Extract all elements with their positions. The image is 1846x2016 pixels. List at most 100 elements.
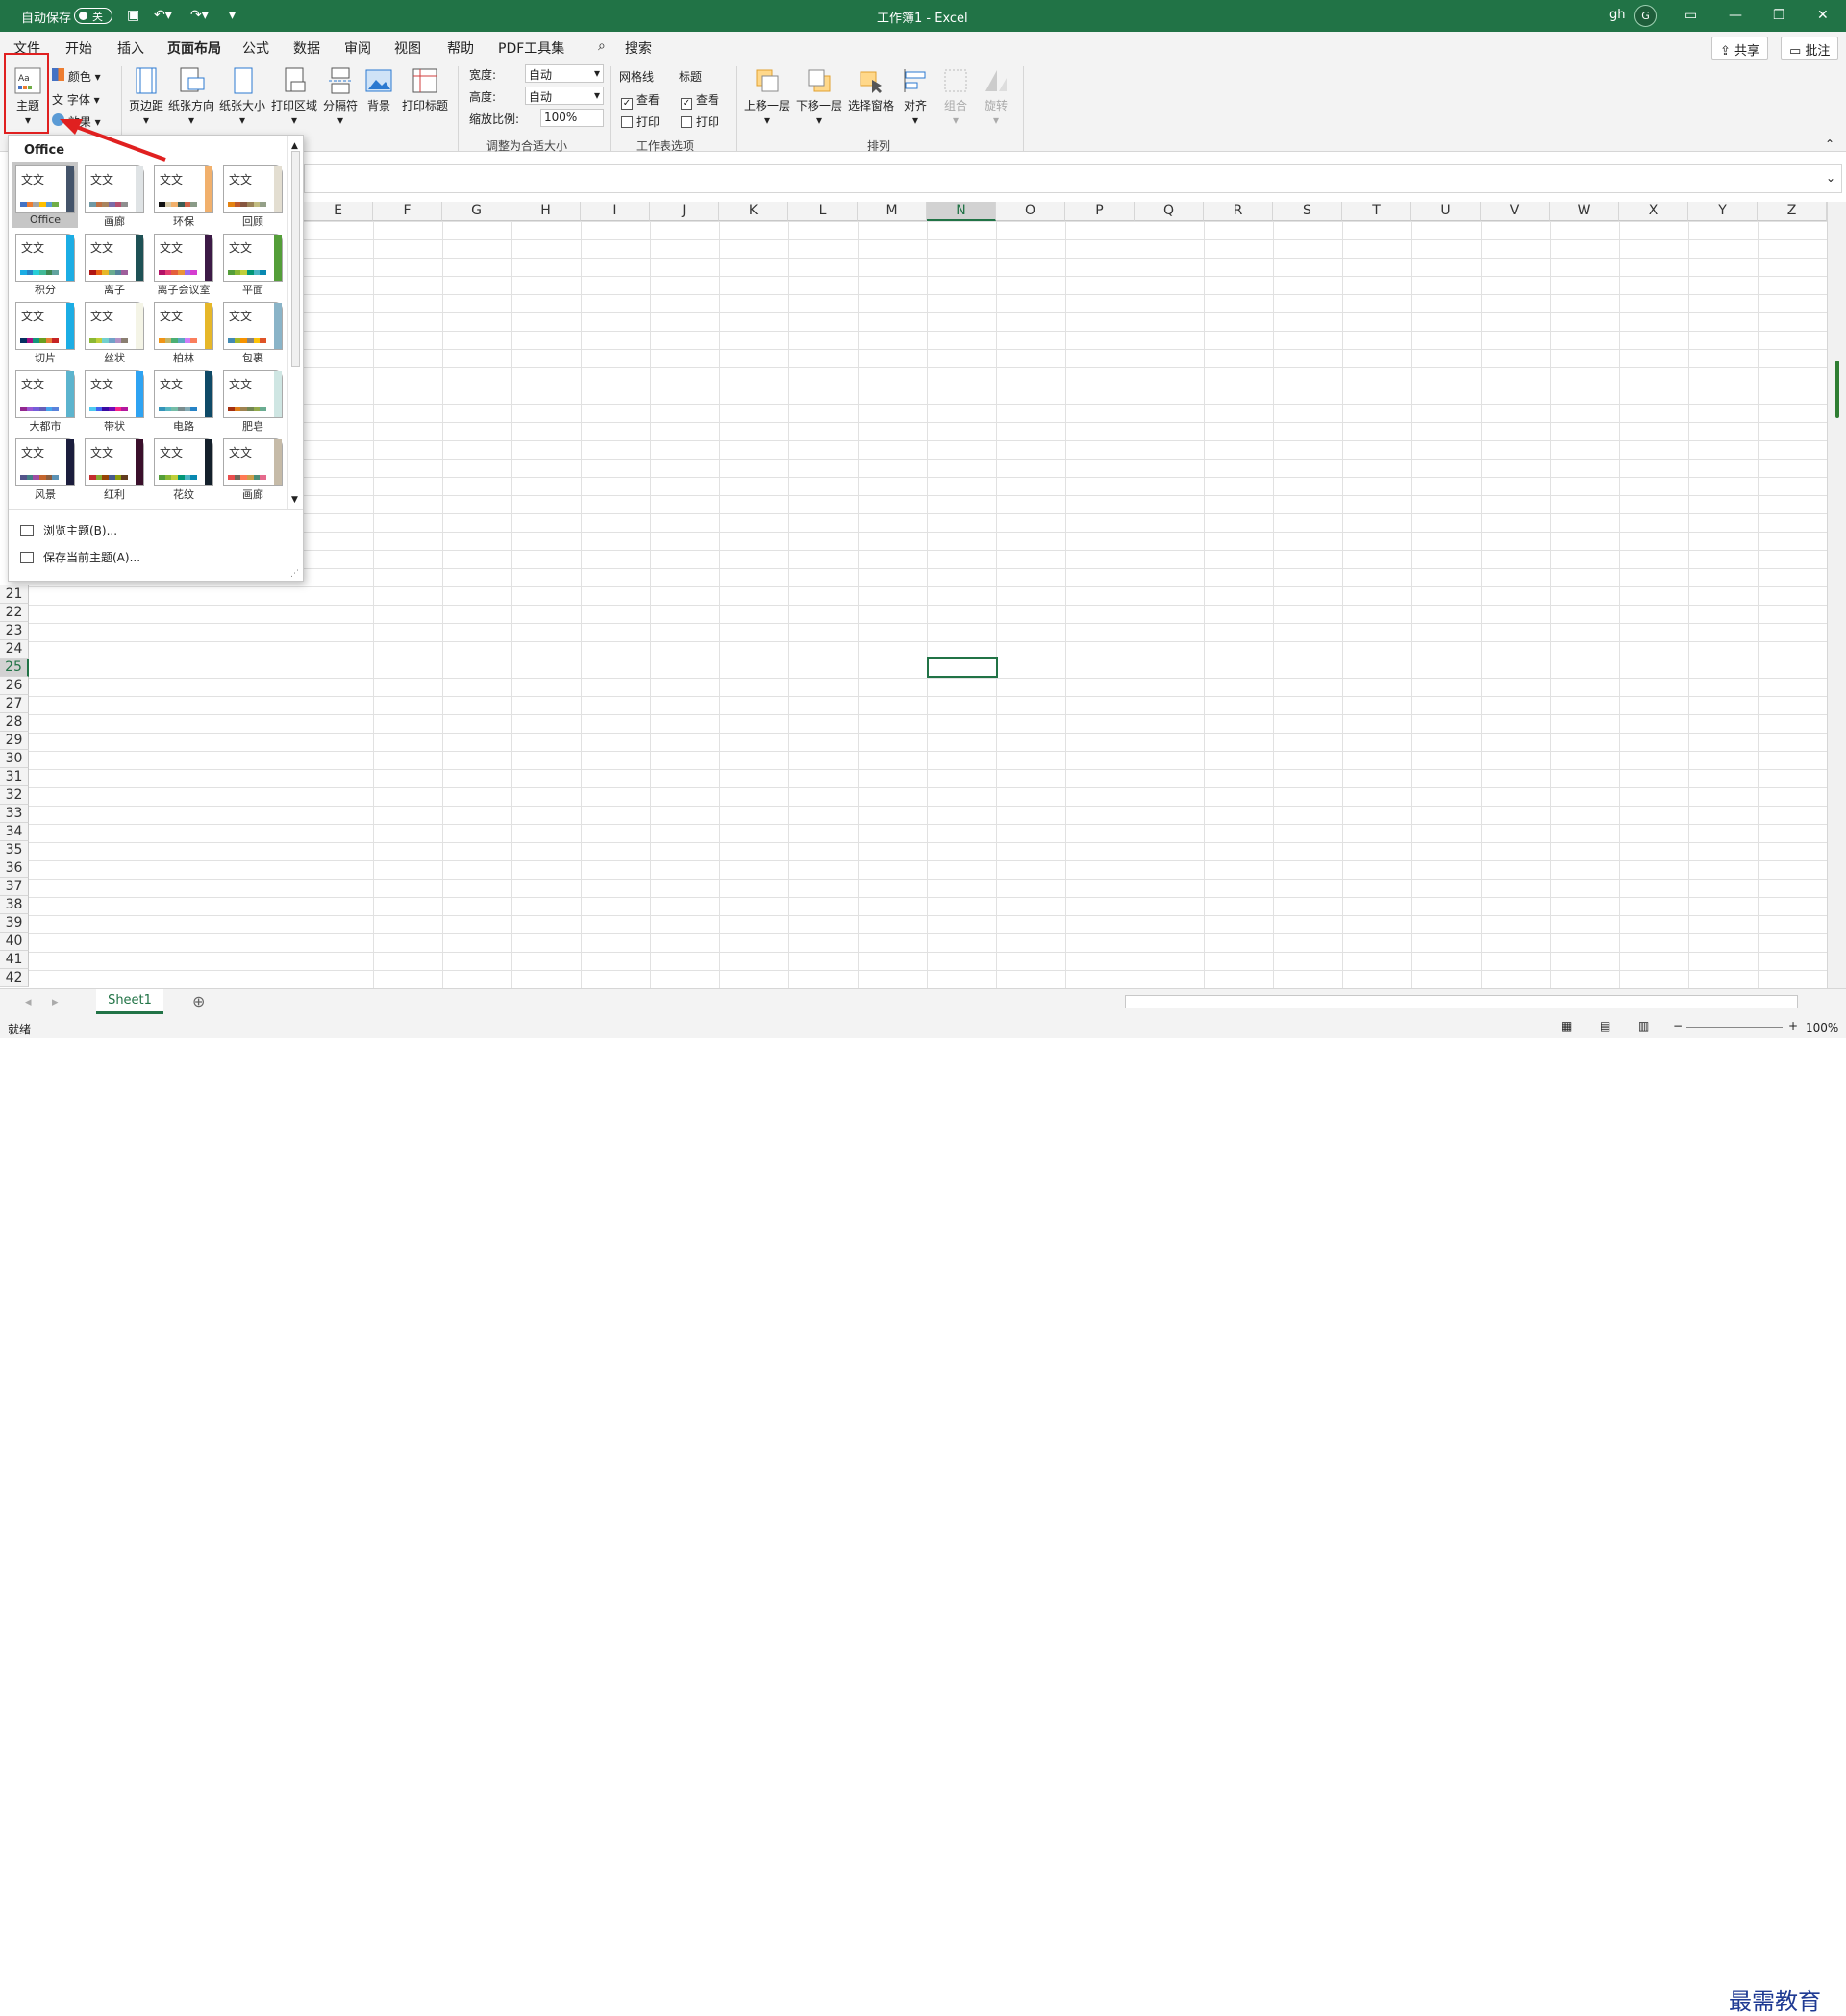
scroll-thumb[interactable] — [1835, 361, 1839, 418]
vertical-scrollbar[interactable] — [1827, 202, 1846, 988]
tab-formulas[interactable]: 公式 — [242, 38, 269, 58]
sheet-tab-sheet1[interactable]: Sheet1 — [96, 989, 163, 1014]
search-box[interactable]: 搜索 — [625, 38, 652, 58]
share-button[interactable]: ⇪ 共享 — [1711, 37, 1769, 60]
fonts-button[interactable]: 文 字体 ▾ — [52, 91, 100, 108]
selection-pane-button[interactable]: 选择窗格 — [846, 66, 896, 113]
theme-thumb[interactable]: 文文 平面 — [220, 231, 286, 296]
zoom-in-icon[interactable]: + — [1788, 1019, 1798, 1033]
gridlines-print-checkbox[interactable]: 打印 — [621, 113, 660, 130]
row-header[interactable]: 32 — [0, 786, 29, 805]
breaks-button[interactable]: 分隔符 ▾ — [321, 66, 360, 127]
comments-button[interactable]: ▭ 批注 — [1781, 37, 1839, 60]
row-header[interactable]: 38 — [0, 896, 29, 914]
row-header[interactable]: 40 — [0, 933, 29, 951]
theme-thumb[interactable]: 文文 切片 — [12, 299, 78, 364]
headings-print-checkbox[interactable]: 打印 — [681, 113, 719, 130]
column-header[interactable]: Q — [1135, 202, 1204, 221]
browse-themes-item[interactable]: 浏览主题(B)... — [20, 522, 117, 538]
active-cell[interactable] — [927, 657, 998, 678]
theme-thumb[interactable]: 文文 风景 — [12, 436, 78, 501]
zoom-level[interactable]: 100% — [1806, 1021, 1838, 1034]
close-icon[interactable]: ✕ — [1817, 8, 1829, 23]
restore-icon[interactable]: ❐ — [1773, 8, 1785, 23]
column-header[interactable]: G — [442, 202, 511, 221]
tab-review[interactable]: 审阅 — [344, 38, 371, 58]
row-header[interactable]: 42 — [0, 969, 29, 987]
row-header[interactable]: 25 — [0, 659, 29, 677]
next-sheet-icon[interactable]: ▸ — [52, 995, 59, 1009]
background-button[interactable]: 背景 — [362, 66, 396, 113]
row-header[interactable]: 41 — [0, 951, 29, 969]
undo-icon[interactable]: ↶▾ — [154, 8, 172, 23]
gridlines-view-checkbox[interactable]: ✓ 查看 — [621, 91, 660, 110]
tab-home[interactable]: 开始 — [65, 38, 92, 58]
print-area-button[interactable]: 打印区域 ▾ — [269, 66, 319, 127]
theme-thumb[interactable]: 文文 丝状 — [82, 299, 147, 364]
column-header[interactable]: M — [858, 202, 927, 221]
column-header[interactable]: V — [1481, 202, 1550, 221]
column-header[interactable]: K — [719, 202, 788, 221]
row-header[interactable]: 23 — [0, 622, 29, 640]
ribbon-display-icon[interactable]: ▭ — [1684, 8, 1697, 23]
zoom-out-icon[interactable]: − — [1673, 1019, 1683, 1033]
theme-thumb[interactable]: 文文 红利 — [82, 436, 147, 501]
search-icon[interactable]: ⌕ — [598, 38, 606, 54]
colors-button[interactable]: 颜色 ▾ — [52, 68, 101, 85]
row-header[interactable]: 34 — [0, 823, 29, 841]
row-header[interactable]: 27 — [0, 695, 29, 713]
tab-data[interactable]: 数据 — [293, 38, 320, 58]
row-header[interactable]: 26 — [0, 677, 29, 695]
orientation-button[interactable]: 纸张方向 ▾ — [167, 66, 215, 127]
column-header[interactable]: S — [1273, 202, 1342, 221]
row-header[interactable]: 37 — [0, 878, 29, 896]
theme-thumb[interactable]: 文文 大都市 — [12, 367, 78, 433]
tab-pdf-tools[interactable]: PDF工具集 — [498, 38, 564, 58]
column-header[interactable]: W — [1550, 202, 1619, 221]
row-header[interactable]: 30 — [0, 750, 29, 768]
expand-formula-icon[interactable]: ⌄ — [1826, 171, 1835, 185]
resize-grip-icon[interactable]: ⋰ — [290, 569, 299, 579]
column-header[interactable]: J — [650, 202, 719, 221]
column-header[interactable]: O — [996, 202, 1065, 221]
column-header[interactable]: P — [1065, 202, 1135, 221]
zoom-slider[interactable] — [1686, 1027, 1783, 1028]
column-header[interactable]: Z — [1758, 202, 1827, 221]
rotate-button[interactable]: 旋转 ▾ — [979, 66, 1013, 127]
autosave-toggle[interactable]: 关 — [74, 8, 112, 24]
user-name[interactable]: gh — [1609, 8, 1626, 22]
collapse-ribbon-icon[interactable]: ⌃ — [1825, 137, 1834, 151]
width-select[interactable]: 自动 ▾ — [525, 64, 604, 83]
theme-thumb[interactable]: 文文 电路 — [151, 367, 216, 433]
theme-thumb[interactable]: 文文 肥皂 — [220, 367, 286, 433]
tab-view[interactable]: 视图 — [394, 38, 421, 58]
column-header[interactable]: T — [1342, 202, 1411, 221]
bring-forward-button[interactable]: 上移一层 ▾ — [742, 66, 792, 127]
theme-thumb[interactable]: 文文 带状 — [82, 367, 147, 433]
redo-icon[interactable]: ↷▾ — [190, 8, 209, 23]
headings-view-checkbox[interactable]: ✓ 查看 — [681, 91, 719, 110]
row-header[interactable]: 29 — [0, 732, 29, 750]
column-header[interactable]: R — [1204, 202, 1273, 221]
print-titles-button[interactable]: 打印标题 — [398, 66, 452, 113]
tab-insert[interactable]: 插入 — [117, 38, 144, 58]
align-button[interactable]: 对齐 ▾ — [898, 66, 933, 127]
customize-qat-icon[interactable]: ▾ — [229, 8, 236, 23]
tab-help[interactable]: 帮助 — [447, 38, 474, 58]
theme-thumb[interactable]: 文文 离子 — [82, 231, 147, 296]
gallery-scrollbar[interactable]: ▲ ▼ — [287, 136, 303, 509]
height-select[interactable]: 自动 ▾ — [525, 87, 604, 105]
theme-thumb[interactable]: 文文 积分 — [12, 231, 78, 296]
avatar[interactable]: G — [1634, 5, 1657, 27]
row-header[interactable]: 36 — [0, 859, 29, 878]
save-icon[interactable]: ▣ — [127, 8, 139, 23]
row-header[interactable]: 21 — [0, 585, 29, 604]
minimize-icon[interactable]: — — [1729, 8, 1742, 23]
theme-thumb[interactable]: 文文 Office — [12, 162, 78, 228]
theme-thumb[interactable]: 文文 花纹 — [151, 436, 216, 501]
normal-view-icon[interactable]: ▦ — [1561, 1019, 1572, 1033]
theme-thumb[interactable]: 文文 包裹 — [220, 299, 286, 364]
column-header[interactable]: X — [1619, 202, 1688, 221]
row-header[interactable]: 39 — [0, 914, 29, 933]
row-header[interactable]: 22 — [0, 604, 29, 622]
